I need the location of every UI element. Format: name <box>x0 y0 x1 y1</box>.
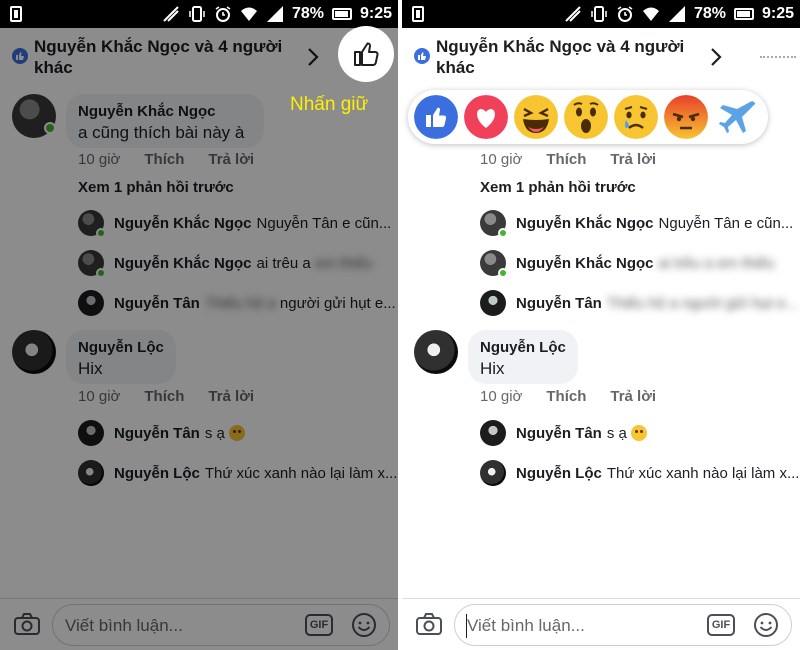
status-bar: 78% 9:25 <box>402 0 800 28</box>
emoji-icon[interactable] <box>753 612 779 638</box>
dim-overlay <box>0 28 398 650</box>
comment-input[interactable]: Viết bình luận... GIF <box>454 604 792 646</box>
reply-text: Nguyễn Tân e cũn... <box>658 214 794 232</box>
wifi-icon <box>240 7 257 21</box>
comment-time: 10 giờ <box>480 388 523 405</box>
signal-icon <box>266 6 283 22</box>
avatar[interactable] <box>480 460 506 486</box>
alarm-icon <box>215 6 231 22</box>
reply-author[interactable]: Nguyễn Tân <box>516 425 602 442</box>
reply-link[interactable]: Trả lời <box>610 151 656 168</box>
reply-author[interactable]: Nguyễn Tân <box>516 295 602 312</box>
reply-author[interactable]: Nguyễn Khắc Ngọc <box>516 255 654 272</box>
likers-title: Nguyễn Khắc Ngọc và 4 người khác <box>436 37 685 77</box>
avatar[interactable] <box>480 210 508 238</box>
avatar[interactable] <box>480 420 506 446</box>
reply-author[interactable]: Nguyễn Lộc <box>516 465 602 482</box>
phone-icon <box>412 6 424 22</box>
avatar[interactable] <box>480 290 506 316</box>
wow-reaction-icon[interactable] <box>564 95 608 139</box>
reply-link[interactable]: Trả lời <box>610 388 656 405</box>
dotted-indicator <box>760 56 796 58</box>
comment-time: 10 giờ <box>480 151 523 168</box>
love-reaction-icon[interactable] <box>464 95 508 139</box>
haha-reaction-icon[interactable] <box>514 95 558 139</box>
vibrate-icon <box>189 6 205 22</box>
sad-reaction-icon[interactable] <box>614 95 658 139</box>
battery-percent: 78% <box>693 5 726 22</box>
wifi-icon <box>642 7 659 21</box>
signal-icon <box>668 6 685 22</box>
press-hold-hint: Nhấn giữ <box>290 94 369 115</box>
reply-author[interactable]: Nguyễn Khắc Ngọc <box>516 215 654 232</box>
phone-icon <box>10 6 22 22</box>
comment-composer: Viết bình luận... GIF <box>402 598 800 650</box>
comment-bubble: Nguyễn Lộc Hix <box>468 330 578 384</box>
comment-author[interactable]: Nguyễn Lộc <box>480 338 566 358</box>
reply-text-blurred: ai trêu a em thiếu <box>658 254 775 272</box>
gif-button[interactable]: GIF <box>707 614 735 636</box>
comment-text: Hix <box>480 359 505 378</box>
vibrate-icon <box>591 6 607 22</box>
status-bar: 78% 9:25 <box>0 0 398 28</box>
sad-emoji-icon <box>630 425 647 441</box>
avatar[interactable] <box>480 250 508 278</box>
reply-text: Thứ xúc xanh nào lại làm x... <box>606 464 800 482</box>
comment-placeholder: Viết bình luận... <box>467 616 585 635</box>
reply-text: s ạ <box>606 424 627 442</box>
comparison-stage: 78% 9:25 Nguyễn Khắc Ngọc và 4 người khá… <box>0 0 800 650</box>
thumbs-up-icon <box>354 42 379 66</box>
clock: 9:25 <box>359 5 392 22</box>
angry-reaction-icon[interactable] <box>664 95 708 139</box>
comment-meta: 10 giờ Thích Trả lời <box>480 388 656 405</box>
like-reaction-icon[interactable] <box>414 95 458 139</box>
post-header[interactable]: Nguyễn Khắc Ngọc và 4 người khác <box>402 28 800 88</box>
reply-item: Nguyễn Lộc Thứ xúc xanh nào lại làm x... <box>480 460 799 486</box>
reply-item: Nguyễn Khắc Ngọc Nguyễn Tân e cũn... <box>480 210 794 238</box>
battery-percent: 78% <box>291 5 324 22</box>
like-link[interactable]: Thích <box>546 388 586 405</box>
reply-item: Nguyễn Tân Thiếu hộ a người gửi hụt e... <box>480 290 798 316</box>
battery-icon <box>331 8 352 20</box>
battery-icon <box>733 8 754 20</box>
comment-meta: 10 giờ Thích Trả lời <box>480 151 656 168</box>
view-previous-replies[interactable]: Xem 1 phản hồi trước <box>480 179 636 196</box>
like-button[interactable] <box>338 26 394 82</box>
reactions-bar <box>408 90 768 144</box>
data-saver-icon <box>163 6 179 22</box>
data-saver-icon <box>565 6 581 22</box>
camera-icon[interactable] <box>416 613 442 635</box>
chevron-right-icon[interactable] <box>708 46 724 68</box>
reply-item: Nguyễn Tân s ạ <box>480 420 647 446</box>
alarm-icon <box>617 6 633 22</box>
clock: 9:25 <box>761 5 794 22</box>
airplane-reaction-icon[interactable] <box>716 95 760 139</box>
like-link[interactable]: Thích <box>546 151 586 168</box>
phone-left: 78% 9:25 Nguyễn Khắc Ngọc và 4 người khá… <box>0 0 398 650</box>
reply-item: Nguyễn Khắc Ngọc ai trêu a em thiếu <box>480 250 775 278</box>
avatar[interactable] <box>414 330 458 374</box>
reply-text-blurred: Thiếu hộ a người gửi hụt e... <box>606 294 798 312</box>
like-badge-icon <box>414 48 430 64</box>
